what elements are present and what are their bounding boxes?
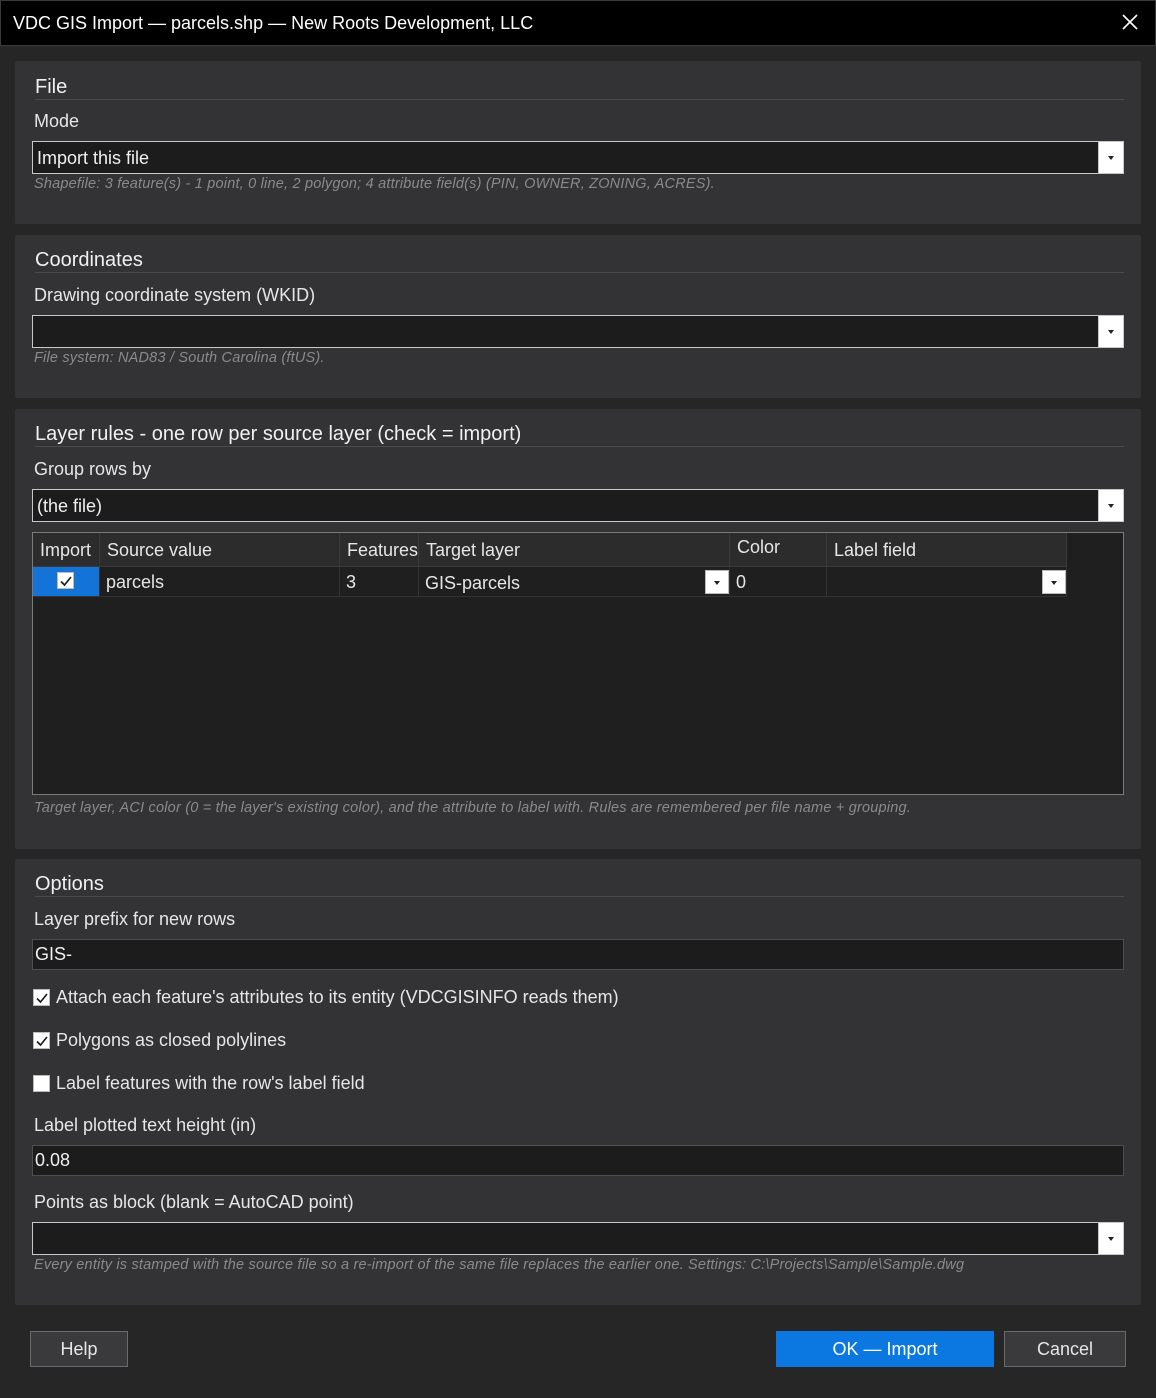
text-height-field[interactable] xyxy=(32,1145,1124,1176)
text-height-input[interactable] xyxy=(35,1146,1115,1175)
label-field-cell[interactable] xyxy=(827,567,1067,597)
column-header-import[interactable]: Import xyxy=(33,533,100,567)
layer-rules-hint: Target layer, ACI color (0 = the layer's… xyxy=(34,800,911,816)
group-by-label: Group rows by xyxy=(34,459,152,479)
layer-prefix-label: Layer prefix for new rows xyxy=(34,909,236,929)
layer-rules-section-title: Layer rules - one row per source layer (… xyxy=(35,423,522,445)
column-header-color[interactable]: Color xyxy=(730,533,827,567)
layer-rules-panel: Layer rules - one row per source layer (… xyxy=(15,409,1141,849)
coordinates-panel: Coordinates Drawing coordinate system (W… xyxy=(15,235,1141,398)
target-layer-cell[interactable]: GIS-parcels xyxy=(419,567,730,597)
layer-rules-grid: Import Source value Features Target laye… xyxy=(32,532,1124,795)
options-section-title: Options xyxy=(35,873,104,895)
chevron-down-icon[interactable] xyxy=(1042,570,1066,594)
group-by-select[interactable]: (the file) xyxy=(32,489,1124,522)
label-features-checkbox[interactable] xyxy=(33,1075,50,1092)
layer-prefix-input[interactable] xyxy=(35,940,1115,969)
column-header-label[interactable]: Label field xyxy=(827,533,1067,567)
column-header-features[interactable]: Features xyxy=(340,533,419,567)
attach-attributes-label[interactable]: Attach each feature's attributes to its … xyxy=(56,987,619,1008)
mode-label: Mode xyxy=(34,111,80,131)
color-cell[interactable]: 0 xyxy=(730,567,827,597)
section-divider xyxy=(35,99,1124,100)
layer-prefix-field[interactable] xyxy=(32,939,1124,970)
points-block-label: Points as block (blank = AutoCAD point) xyxy=(34,1192,354,1212)
ok-import-button[interactable]: OK — Import xyxy=(776,1331,994,1367)
points-block-select[interactable] xyxy=(32,1222,1124,1255)
close-icon[interactable] xyxy=(1119,11,1141,33)
coordinates-hint: File system: NAD83 / South Carolina (ftU… xyxy=(34,350,325,366)
options-panel: Options Layer prefix for new rows Attach… xyxy=(15,859,1141,1305)
coordinates-section-title: Coordinates xyxy=(35,249,143,271)
label-features-label[interactable]: Label features with the row's label fiel… xyxy=(56,1073,365,1094)
chevron-down-icon[interactable] xyxy=(1098,1223,1123,1254)
section-divider xyxy=(35,272,1124,273)
row-import-checkbox[interactable] xyxy=(57,572,74,589)
chevron-down-icon[interactable] xyxy=(1098,316,1123,347)
chevron-down-icon[interactable] xyxy=(1098,142,1123,173)
window-title: VDC GIS Import — parcels.shp — New Roots… xyxy=(13,13,534,33)
file-hint: Shapefile: 3 feature(s) - 1 point, 0 lin… xyxy=(34,176,715,192)
chevron-down-icon[interactable] xyxy=(1098,490,1123,521)
section-divider xyxy=(35,896,1124,897)
section-divider xyxy=(35,446,1124,447)
attach-attributes-checkbox[interactable] xyxy=(33,989,50,1006)
options-hint: Every entity is stamped with the source … xyxy=(34,1257,965,1273)
column-header-source[interactable]: Source value xyxy=(100,533,340,567)
file-panel: File Mode Import this file Shapefile: 3 … xyxy=(15,61,1141,224)
features-cell: 3 xyxy=(340,567,419,597)
cancel-button[interactable]: Cancel xyxy=(1004,1331,1126,1367)
import-cell[interactable] xyxy=(33,567,100,597)
chevron-down-icon[interactable] xyxy=(705,570,729,594)
mode-select[interactable]: Import this file xyxy=(32,141,1124,174)
text-height-label: Label plotted text height (in) xyxy=(34,1115,257,1135)
mode-select-value: Import this file xyxy=(37,148,150,168)
title-bar: VDC GIS Import — parcels.shp — New Roots… xyxy=(0,0,1156,46)
source-cell: parcels xyxy=(100,567,340,597)
file-section-title: File xyxy=(35,76,68,98)
closed-polylines-checkbox[interactable] xyxy=(33,1032,50,1049)
group-by-select-value: (the file) xyxy=(37,496,103,516)
column-header-target[interactable]: Target layer xyxy=(419,533,730,567)
help-button[interactable]: Help xyxy=(30,1331,128,1367)
closed-polylines-label[interactable]: Polygons as closed polylines xyxy=(56,1030,286,1051)
wkid-select[interactable] xyxy=(32,315,1124,348)
wkid-label: Drawing coordinate system (WKID) xyxy=(34,285,316,305)
